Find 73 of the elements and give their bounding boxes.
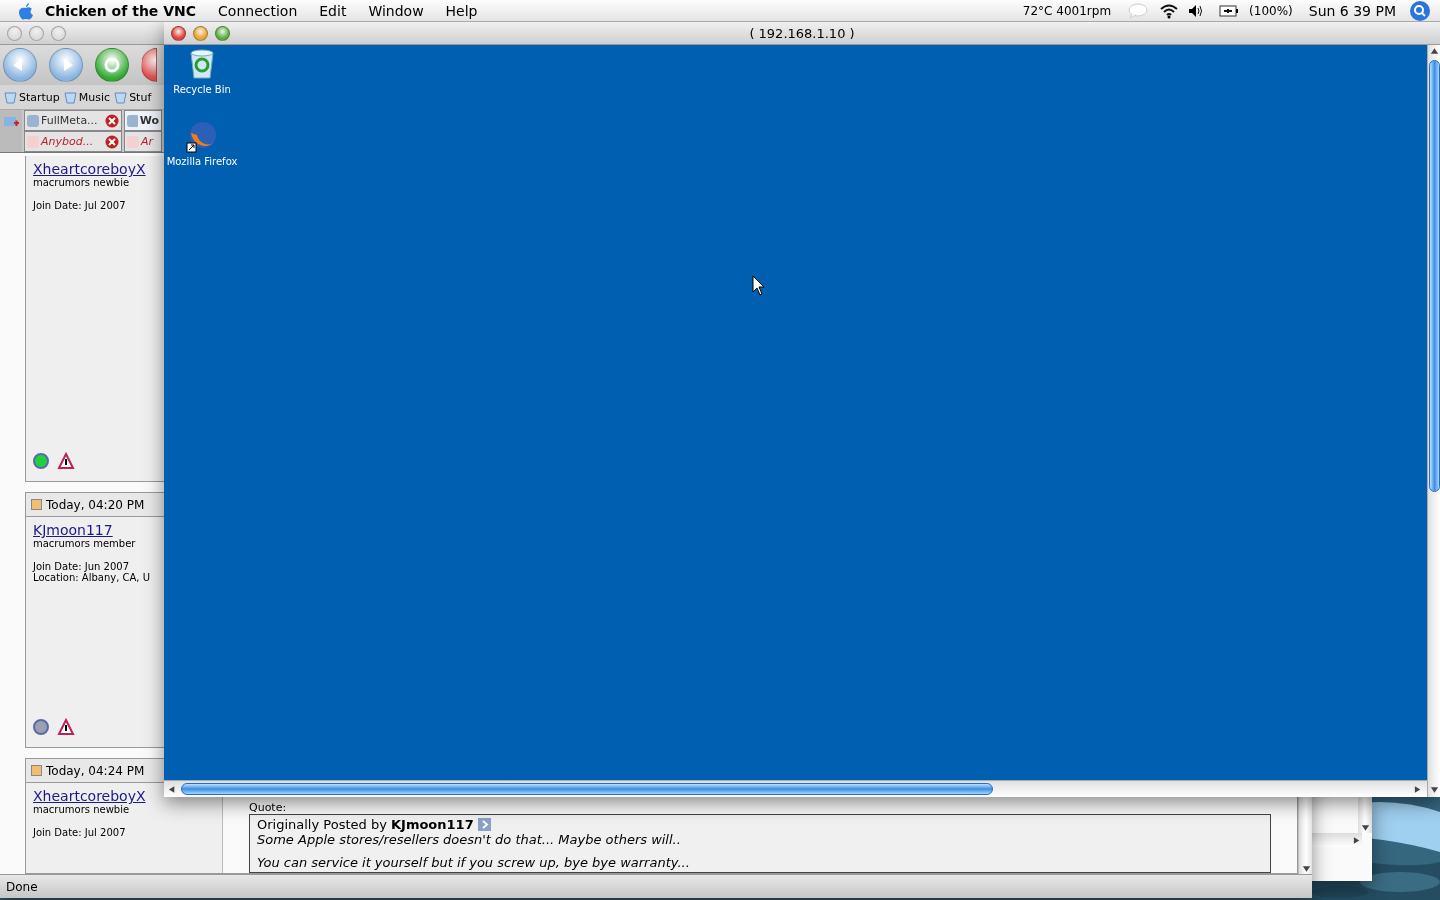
menu-item[interactable]: Connection: [207, 2, 309, 19]
username-link[interactable]: XheartcoreboyX: [33, 788, 146, 804]
quote-text: You can service it yourself but if you screw up, bye bye warranty...: [257, 855, 691, 870]
user-rank: macrumors member: [33, 538, 136, 549]
browser-tab[interactable]: Wo: [124, 110, 162, 131]
cursor-icon: [752, 275, 766, 297]
right-arrow-icon[interactable]: [1414, 784, 1423, 794]
scroll-thumb[interactable]: [181, 783, 993, 795]
stop-button[interactable]: [141, 48, 157, 82]
warning-icon[interactable]: [57, 718, 75, 736]
window-title: ( 192.168.1.10 ): [749, 25, 855, 41]
close-icon[interactable]: [105, 113, 119, 128]
status-text: Done: [6, 879, 38, 894]
firefox-icon: [185, 119, 219, 153]
scroll-bar[interactable]: [1427, 45, 1440, 797]
down-arrow-icon[interactable]: [1360, 824, 1370, 833]
battery-percentage: (100%): [1249, 3, 1293, 18]
bookmark[interactable]: Stuf: [114, 90, 152, 104]
post-date: Today, 04:20 PM: [46, 497, 145, 512]
bookmark[interactable]: Startup: [4, 90, 60, 104]
quote-text: Some Apple stores/resellers doesn't do that... Maybe others will..: [257, 832, 682, 847]
folder-icon: [4, 90, 17, 104]
battery-icon[interactable]: [1219, 4, 1240, 17]
username-link[interactable]: XheartcoreboyX: [33, 161, 146, 177]
post-icon: [31, 765, 42, 776]
down-arrow-icon[interactable]: [1429, 786, 1439, 795]
search-icon[interactable]: [1410, 0, 1430, 21]
scroll-bar[interactable]: [1358, 797, 1372, 833]
bookmark[interactable]: Music: [63, 90, 111, 104]
user-rank: macrumors newbie: [33, 804, 130, 815]
favicon-icon: [27, 114, 39, 127]
browser-tab[interactable]: FullMeta...: [24, 110, 122, 131]
user-detail: Location: Albany, CA, U: [33, 572, 151, 583]
user-detail: Join Date: Jul 2007: [33, 200, 126, 211]
user-detail: Join Date: Jun 2007: [33, 561, 130, 572]
menu-item[interactable]: Edit: [308, 2, 358, 19]
menu-item[interactable]: Help: [434, 2, 489, 19]
zoom-button[interactable]: [215, 25, 230, 41]
scroll-thumb[interactable]: [1428, 60, 1440, 492]
down-arrow-icon[interactable]: [1301, 865, 1311, 874]
menu-item[interactable]: Window: [357, 2, 435, 19]
left-arrow-icon[interactable]: [168, 784, 177, 794]
close-button[interactable]: [171, 25, 186, 41]
right-arrow-icon[interactable]: [1353, 835, 1362, 845]
username-link[interactable]: KJmoon117: [33, 522, 113, 538]
wifi-icon[interactable]: [1159, 2, 1180, 19]
favicon-icon: [127, 114, 138, 127]
browser-tab[interactable]: Anybod...: [24, 131, 122, 152]
app-menu[interactable]: Chicken of the VNC: [34, 2, 208, 19]
close-icon[interactable]: [105, 134, 119, 149]
up-arrow-icon[interactable]: [1429, 47, 1439, 56]
back-button[interactable]: [3, 48, 37, 82]
forward-button[interactable]: [49, 48, 83, 82]
scroll-bar[interactable]: [1298, 796, 1312, 874]
folder-plus-icon: [3, 114, 19, 128]
folder-icon: [114, 90, 128, 104]
sensor-reading: 72°C 4001rpm: [1022, 3, 1112, 18]
scroll-bar[interactable]: [1312, 833, 1362, 847]
user-rank: macrumors newbie: [33, 177, 130, 188]
quote-attribution: Originally Posted by KJmoon117: [257, 817, 474, 832]
browser-tab[interactable]: Ar: [124, 131, 162, 152]
user-detail: Join Date: Jul 2007: [33, 827, 126, 838]
folder-icon: [63, 90, 77, 104]
apple-logo-icon[interactable]: [18, 1, 34, 20]
minimize-button[interactable]: [193, 25, 208, 41]
post-date: Today, 04:24 PM: [46, 763, 145, 778]
menu-clock: Sun 6 39 PM: [1308, 2, 1396, 19]
post-icon: [31, 499, 42, 510]
reload-button[interactable]: [95, 48, 129, 82]
warning-icon[interactable]: [57, 452, 75, 470]
quote-label: Quote:: [249, 801, 288, 814]
scroll-bar[interactable]: [164, 780, 1427, 797]
reload-icon: [104, 57, 120, 73]
